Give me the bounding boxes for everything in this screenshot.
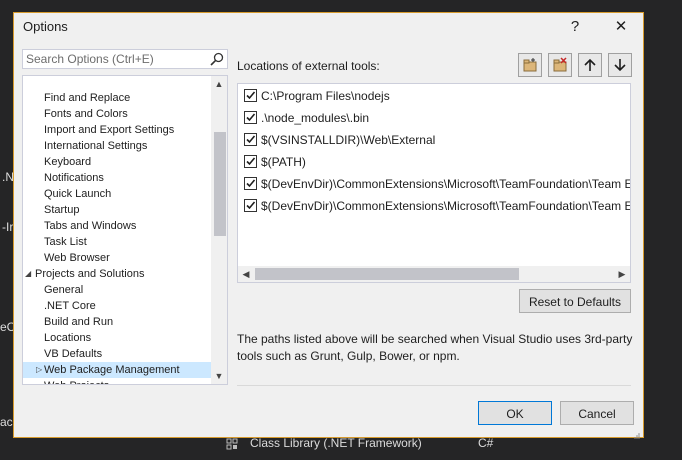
path-checkbox[interactable] xyxy=(244,199,257,212)
path-row[interactable]: $(PATH) xyxy=(244,152,630,172)
collapsed-arrow-icon[interactable]: ▷ xyxy=(36,362,46,378)
path-text: .\node_modules\.bin xyxy=(261,111,370,125)
tree-item[interactable]: ▷ Web Package Management xyxy=(23,362,213,378)
reset-to-defaults-button[interactable]: Reset to Defaults xyxy=(519,289,631,313)
cancel-button[interactable]: Cancel xyxy=(560,401,634,425)
tree-item[interactable]: Notifications xyxy=(23,170,213,186)
path-text: $(VSINSTALLDIR)\Web\External xyxy=(261,133,436,147)
tree-item[interactable]: .NET Core xyxy=(23,298,213,314)
arrow-up-icon xyxy=(584,58,596,71)
paths-description: The paths listed above will be searched … xyxy=(237,332,633,363)
tree-item[interactable]: Startup xyxy=(23,202,213,218)
tree-item[interactable]: Locations xyxy=(23,330,213,346)
tree-item[interactable]: Web Projects xyxy=(23,378,213,384)
tree-item-label: Startup xyxy=(44,204,80,216)
tree-item-label: Find and Replace xyxy=(44,92,131,104)
tree-item-label: Tabs and Windows xyxy=(44,220,137,232)
tree-item-label: Task List xyxy=(44,236,87,248)
tree-item-label: Projects and Solutions xyxy=(35,268,145,280)
path-row[interactable]: $(VSINSTALLDIR)\Web\External xyxy=(244,130,630,150)
tree-item-label: Quick Launch xyxy=(44,188,112,200)
search-icon[interactable] xyxy=(209,51,225,67)
tree-item-label: Keyboard xyxy=(44,156,92,168)
tree-item[interactable]: General xyxy=(23,282,213,298)
tree-item[interactable]: ◢ Projects and Solutions xyxy=(23,266,213,282)
options-dialog: Options ? ✕ Find and Replace Fonts and Co… xyxy=(13,12,644,439)
template-item-label[interactable]: Class Library (.NET Framework) xyxy=(250,436,422,450)
tree-item-label: International Settings xyxy=(44,140,148,152)
options-tree[interactable]: Find and Replace Fonts and Colors Import a… xyxy=(22,75,228,385)
tree-item-label: Web Package Management xyxy=(44,364,180,376)
tree-item-label: General xyxy=(44,284,84,296)
search-box[interactable] xyxy=(22,49,228,69)
path-checkbox[interactable] xyxy=(244,177,257,190)
tree-item-label: Fonts and Colors xyxy=(44,108,128,120)
path-row[interactable]: .\node_modules\.bin xyxy=(244,108,630,128)
class-library-icon xyxy=(226,437,238,450)
tree-vertical-scrollbar[interactable]: ▲ ▼ xyxy=(211,76,227,384)
tree-item-label: Web Browser xyxy=(44,252,110,264)
tree-item[interactable]: Import and Export Settings xyxy=(23,122,213,138)
separator xyxy=(237,385,631,386)
close-button[interactable]: ✕ xyxy=(608,16,634,38)
scroll-left-icon[interactable]: ◀ xyxy=(238,266,254,282)
path-checkbox[interactable] xyxy=(244,111,257,124)
tree-item[interactable]: International Settings xyxy=(23,138,213,154)
move-up-button[interactable] xyxy=(578,53,602,77)
scroll-down-icon[interactable]: ▼ xyxy=(211,368,227,384)
dialog-title: Options xyxy=(23,19,68,34)
tree-item-label: Web Projects xyxy=(44,380,109,384)
path-text: $(PATH) xyxy=(261,155,306,169)
tree-item[interactable]: Task List xyxy=(23,234,213,250)
path-text: $(DevEnvDir)\CommonExtensions\Microsoft\… xyxy=(261,199,631,213)
title-bar: Options ? ✕ xyxy=(14,13,643,41)
path-checkbox[interactable] xyxy=(244,89,257,102)
tree-item-label: Locations xyxy=(44,332,92,344)
tree-item[interactable]: VB Defaults xyxy=(23,346,213,362)
delete-folder-icon xyxy=(553,57,567,72)
bg-fragment-2: -Ir xyxy=(2,220,14,234)
path-text: C:\Program Files\nodejs xyxy=(261,89,390,103)
tree-item-label: Import and Export Settings xyxy=(44,124,175,136)
scroll-right-icon[interactable]: ▶ xyxy=(614,266,630,282)
path-row[interactable]: $(DevEnvDir)\CommonExtensions\Microsoft\… xyxy=(244,174,631,194)
template-item-language: C# xyxy=(478,436,494,450)
tree-item[interactable]: Quick Launch xyxy=(23,186,213,202)
move-down-button[interactable] xyxy=(608,53,632,77)
tree-item-label: .NET Core xyxy=(44,300,96,312)
tree-item[interactable]: Find and Replace xyxy=(23,90,213,106)
new-folder-icon xyxy=(523,58,537,72)
path-text: $(DevEnvDir)\CommonExtensions\Microsoft\… xyxy=(261,177,631,191)
arrow-down-icon xyxy=(614,59,626,72)
search-input[interactable] xyxy=(26,51,206,67)
path-row[interactable]: C:\Program Files\nodejs xyxy=(244,86,630,106)
resize-grip-icon[interactable] xyxy=(633,427,641,439)
ok-button[interactable]: OK xyxy=(478,401,552,425)
tree-scroll-thumb[interactable] xyxy=(214,132,226,236)
tree-item[interactable]: Keyboard xyxy=(23,154,213,170)
tree-item[interactable]: Fonts and Colors xyxy=(23,106,213,122)
tree-item[interactable]: Tabs and Windows xyxy=(23,218,213,234)
path-checkbox[interactable] xyxy=(244,155,257,168)
new-line-button[interactable] xyxy=(518,53,542,77)
paths-scroll-thumb[interactable] xyxy=(255,268,519,280)
tree-item-label: VB Defaults xyxy=(44,348,103,360)
expanded-arrow-icon[interactable]: ◢ xyxy=(25,266,35,282)
tree-item[interactable]: Build and Run xyxy=(23,314,213,330)
path-row[interactable]: $(DevEnvDir)\CommonExtensions\Microsoft\… xyxy=(244,196,631,216)
scroll-up-icon[interactable]: ▲ xyxy=(211,76,227,92)
tree-item-label: Notifications xyxy=(44,172,104,184)
paths-horizontal-scrollbar[interactable]: ◀ ▶ xyxy=(238,266,630,282)
tree-item[interactable]: Web Browser xyxy=(23,250,213,266)
locations-label: Locations of external tools: xyxy=(237,59,380,73)
tree-item-label: Build and Run xyxy=(44,316,114,328)
paths-list[interactable]: C:\Program Files\nodejs .\node_modules\.b… xyxy=(237,83,631,283)
path-checkbox[interactable] xyxy=(244,133,257,146)
delete-line-button[interactable] xyxy=(548,53,572,77)
help-button[interactable]: ? xyxy=(562,16,588,38)
